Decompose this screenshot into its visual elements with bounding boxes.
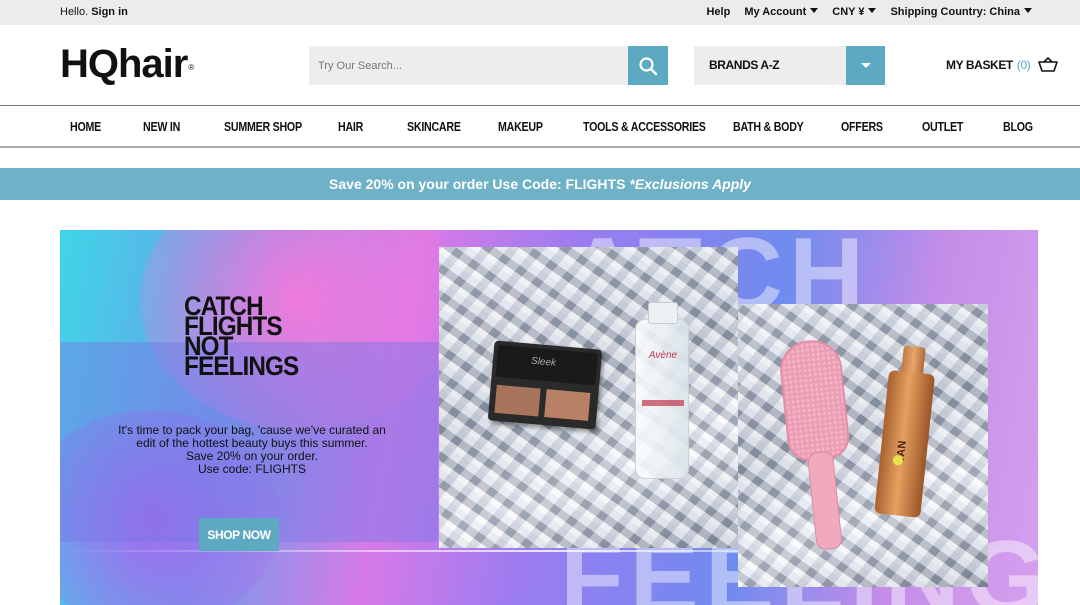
greeting: Hello. Sign in xyxy=(60,6,128,18)
detangling-brush-product xyxy=(777,337,861,552)
hero-copy-line: Use code: FLIGHTS xyxy=(197,462,307,476)
registered-mark: ® xyxy=(188,63,194,72)
nav-item-offers[interactable]: OFFERS xyxy=(841,119,883,134)
eyebrow-palette-product: Sleek xyxy=(487,340,603,430)
main-nav: HOME NEW IN SUMMER SHOP HAIR SKINCARE MA… xyxy=(0,105,1080,148)
nav-item-bath-body[interactable]: BATH & BODY xyxy=(733,119,804,134)
nav-item-blog[interactable]: BLOG xyxy=(1003,119,1033,134)
chevron-down-icon xyxy=(810,8,819,13)
brush-handle xyxy=(806,450,843,551)
palette-pan xyxy=(494,384,541,417)
sign-in-link[interactable]: Sign in xyxy=(91,6,128,18)
promo-exclusions: *Exclusions Apply xyxy=(629,176,751,192)
nav-item-home[interactable]: HOME xyxy=(70,119,101,134)
logo-text: HQhair xyxy=(60,42,188,86)
nav-item-skincare[interactable]: SKINCARE xyxy=(407,119,461,134)
shipping-country-menu[interactable]: Shipping Country: China xyxy=(890,6,1032,18)
nav-item-outlet[interactable]: OUTLET xyxy=(922,119,963,134)
brands-label: BRANDS A-Z xyxy=(709,58,780,72)
currency-menu[interactable]: CNY ¥ xyxy=(832,6,877,18)
product-image-right[interactable]: TAN xyxy=(738,304,988,587)
hero-banner[interactable]: ATCH FEELING CATCH FLIGHTS NOT FEELINGS … xyxy=(60,230,1038,605)
basket-label: MY BASKET xyxy=(946,58,1013,72)
nav-item-hair[interactable]: HAIR xyxy=(338,119,363,134)
search-button[interactable] xyxy=(628,46,668,85)
my-account-menu[interactable]: My Account xyxy=(744,6,819,18)
brush-head xyxy=(777,337,852,464)
chevron-down-icon xyxy=(860,63,871,68)
promo-banner[interactable]: Save 20% on your order Use Code: FLIGHTS… xyxy=(0,168,1080,200)
search-bar xyxy=(309,46,668,85)
micellar-water-product: Avène xyxy=(635,302,689,479)
bottle-band xyxy=(642,400,684,406)
hero-copy: It's time to pack your bag, 'cause we've… xyxy=(82,424,422,476)
my-account-label: My Account xyxy=(744,6,807,18)
shop-now-button[interactable]: SHOP NOW xyxy=(199,518,279,551)
basket-icon xyxy=(1038,57,1059,72)
basket-link[interactable]: MY BASKET (0) xyxy=(946,57,1059,73)
basket-count: (0) xyxy=(1016,58,1031,72)
bottle-cap xyxy=(648,302,678,324)
search-icon xyxy=(639,56,658,75)
nav-item-new-in[interactable]: NEW IN xyxy=(143,119,180,134)
site-logo[interactable]: HQhair® xyxy=(60,40,194,88)
bottle-label: Avène xyxy=(648,350,678,361)
currency-label: CNY ¥ xyxy=(832,6,865,18)
nav-item-makeup[interactable]: MAKEUP xyxy=(498,119,543,134)
utility-bar: Hello. Sign in Help My Account CNY ¥ Shi… xyxy=(0,0,1080,25)
shipping-country-label: Shipping Country: China xyxy=(890,6,1020,18)
hero-headline: CATCH FLIGHTS NOT FEELINGS xyxy=(184,291,299,381)
greeting-text: Hello. xyxy=(60,6,89,18)
chevron-down-icon xyxy=(868,8,877,13)
brands-dropdown[interactable]: BRANDS A-Z xyxy=(694,46,885,85)
tanning-mousse-product: TAN xyxy=(874,344,938,518)
palette-lid: Sleek xyxy=(495,344,598,386)
help-link[interactable]: Help xyxy=(706,6,730,18)
utility-links: Help My Account CNY ¥ Shipping Country: … xyxy=(706,6,1032,18)
nav-item-tools-accessories[interactable]: TOOLS & ACCESSORIES xyxy=(583,119,706,134)
search-input[interactable] xyxy=(309,46,628,85)
palette-pan xyxy=(544,389,591,421)
product-image-left[interactable]: Sleek Avène xyxy=(439,247,738,548)
nav-item-summer-shop[interactable]: SUMMER SHOP xyxy=(224,119,302,134)
promo-text: Save 20% on your order Use Code: FLIGHTS xyxy=(329,176,626,192)
chevron-down-icon xyxy=(1024,8,1032,13)
brands-dropdown-toggle[interactable] xyxy=(846,46,885,85)
